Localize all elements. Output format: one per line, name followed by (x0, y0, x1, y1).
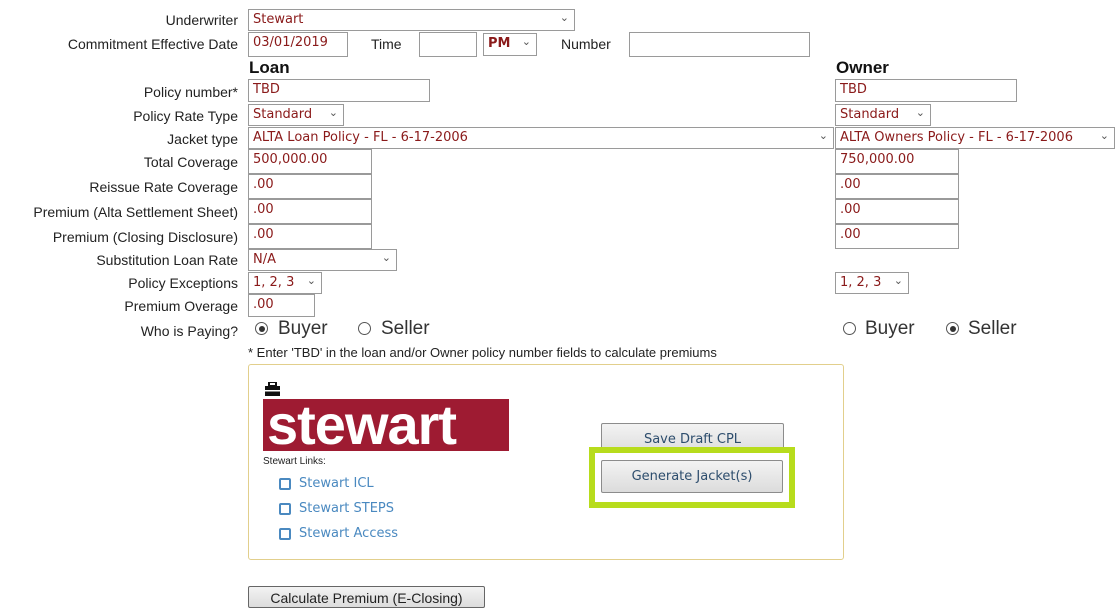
loan-policy-number-input[interactable]: TBD (248, 79, 430, 102)
loan-rate-type-select[interactable]: Standard ⌄ (248, 104, 344, 126)
premium-closing-label: Premium (Closing Disclosure) (52, 229, 238, 245)
page: { "header": { "underwriter_label": "Unde… (0, 0, 1115, 608)
owner-exceptions-value: 1, 2, 3 (840, 275, 882, 290)
owner-jacket-type-value: ALTA Owners Policy - FL - 6-17-2006 (840, 130, 1073, 145)
chevron-down-icon: ⌄ (521, 35, 531, 48)
chevron-down-icon: ⌄ (306, 274, 316, 287)
owner-total-coverage-input[interactable]: 750,000.00 (835, 149, 959, 174)
owner-heading: Owner (836, 58, 889, 77)
chevron-down-icon: ⌄ (559, 11, 569, 24)
stewart-icl-link[interactable]: Stewart ICL (299, 476, 374, 491)
number-label: Number (561, 36, 611, 52)
underwriter-value: Stewart (253, 12, 304, 27)
generate-jackets-button[interactable]: Generate Jacket(s) (601, 460, 783, 493)
external-link-icon (279, 528, 291, 540)
owner-buyer-radio[interactable] (843, 322, 856, 335)
loan-exceptions-value: 1, 2, 3 (253, 275, 295, 290)
generate-highlight: Generate Jacket(s) (589, 447, 795, 508)
stewart-access-link[interactable]: Stewart Access (299, 526, 398, 541)
jacket-type-label: Jacket type (167, 131, 238, 147)
loan-premium-closing-input[interactable]: .00 (248, 224, 372, 249)
number-input[interactable] (629, 32, 810, 57)
policy-exceptions-label: Policy Exceptions (128, 275, 238, 291)
chevron-down-icon: ⌄ (381, 251, 391, 264)
substitution-rate-select[interactable]: N/A ⌄ (248, 249, 397, 271)
chevron-down-icon: ⌄ (915, 106, 925, 119)
loan-jacket-type-select[interactable]: ALTA Loan Policy - FL - 6-17-2006 ⌄ (248, 127, 834, 149)
stewart-steps-link[interactable]: Stewart STEPS (299, 501, 394, 516)
commitment-date-input[interactable]: 03/01/2019 (248, 32, 348, 57)
total-coverage-label: Total Coverage (143, 154, 238, 170)
reissue-rate-label: Reissue Rate Coverage (89, 179, 238, 195)
external-link-icon (279, 478, 291, 490)
stewart-links-label: Stewart Links: (263, 456, 326, 467)
external-link-icon (279, 503, 291, 515)
owner-seller-radio[interactable] (946, 322, 959, 335)
commitment-date-label: Commitment Effective Date (67, 36, 238, 52)
loan-total-coverage-input[interactable]: 500,000.00 (248, 149, 372, 174)
time-label: Time (371, 36, 402, 52)
premium-alta-label: Premium (Alta Settlement Sheet) (33, 204, 238, 220)
stewart-logo-text: stewart (267, 393, 457, 456)
time-input[interactable] (419, 32, 477, 57)
premium-overage-label: Premium Overage (124, 298, 238, 314)
tbd-note: * Enter 'TBD' in the loan and/or Owner p… (248, 345, 717, 360)
underwriter-label: Underwriter (165, 12, 238, 28)
premium-overage-input[interactable]: .00 (248, 294, 315, 317)
calculate-premium-button[interactable]: Calculate Premium (E-Closing) (248, 586, 485, 608)
owner-premium-alta-input[interactable]: .00 (835, 199, 959, 224)
loan-buyer-radio[interactable] (255, 322, 268, 335)
loan-seller-radio[interactable] (358, 322, 371, 335)
policy-number-label: Policy number* (143, 84, 238, 100)
loan-premium-alta-input[interactable]: .00 (248, 199, 372, 224)
stewart-panel: stewart Stewart Links: Stewart ICL Stewa… (248, 364, 844, 560)
ampm-select[interactable]: PM ⌄ (483, 33, 537, 56)
stewart-logo: stewart (263, 393, 509, 456)
chevron-down-icon: ⌄ (893, 274, 903, 287)
loan-seller-label: Seller (381, 318, 430, 339)
loan-jacket-type-value: ALTA Loan Policy - FL - 6-17-2006 (253, 130, 468, 145)
loan-exceptions-select[interactable]: 1, 2, 3 ⌄ (248, 272, 322, 294)
owner-buyer-label: Buyer (865, 318, 915, 339)
owner-policy-number-input[interactable]: TBD (835, 79, 1017, 102)
substitution-rate-label: Substitution Loan Rate (96, 252, 238, 268)
loan-rate-type-value: Standard (253, 107, 313, 122)
owner-rate-type-value: Standard (840, 107, 900, 122)
owner-jacket-type-select[interactable]: ALTA Owners Policy - FL - 6-17-2006 ⌄ (835, 127, 1115, 149)
chevron-down-icon: ⌄ (1099, 129, 1109, 142)
who-is-paying-label: Who is Paying? (140, 323, 238, 339)
loan-reissue-rate-input[interactable]: .00 (248, 174, 372, 199)
ampm-value: PM (488, 36, 511, 51)
owner-premium-closing-input[interactable]: .00 (835, 224, 959, 249)
substitution-rate-value: N/A (253, 252, 276, 267)
loan-buyer-label: Buyer (278, 318, 328, 339)
owner-reissue-rate-input[interactable]: .00 (835, 174, 959, 199)
loan-heading: Loan (249, 58, 290, 77)
owner-seller-label: Seller (968, 318, 1017, 339)
chevron-down-icon: ⌄ (328, 106, 338, 119)
chevron-down-icon: ⌄ (818, 129, 828, 142)
policy-rate-type-label: Policy Rate Type (133, 108, 238, 124)
underwriter-select[interactable]: Stewart ⌄ (248, 9, 575, 31)
owner-exceptions-select[interactable]: 1, 2, 3 ⌄ (835, 272, 909, 294)
owner-rate-type-select[interactable]: Standard ⌄ (835, 104, 931, 126)
